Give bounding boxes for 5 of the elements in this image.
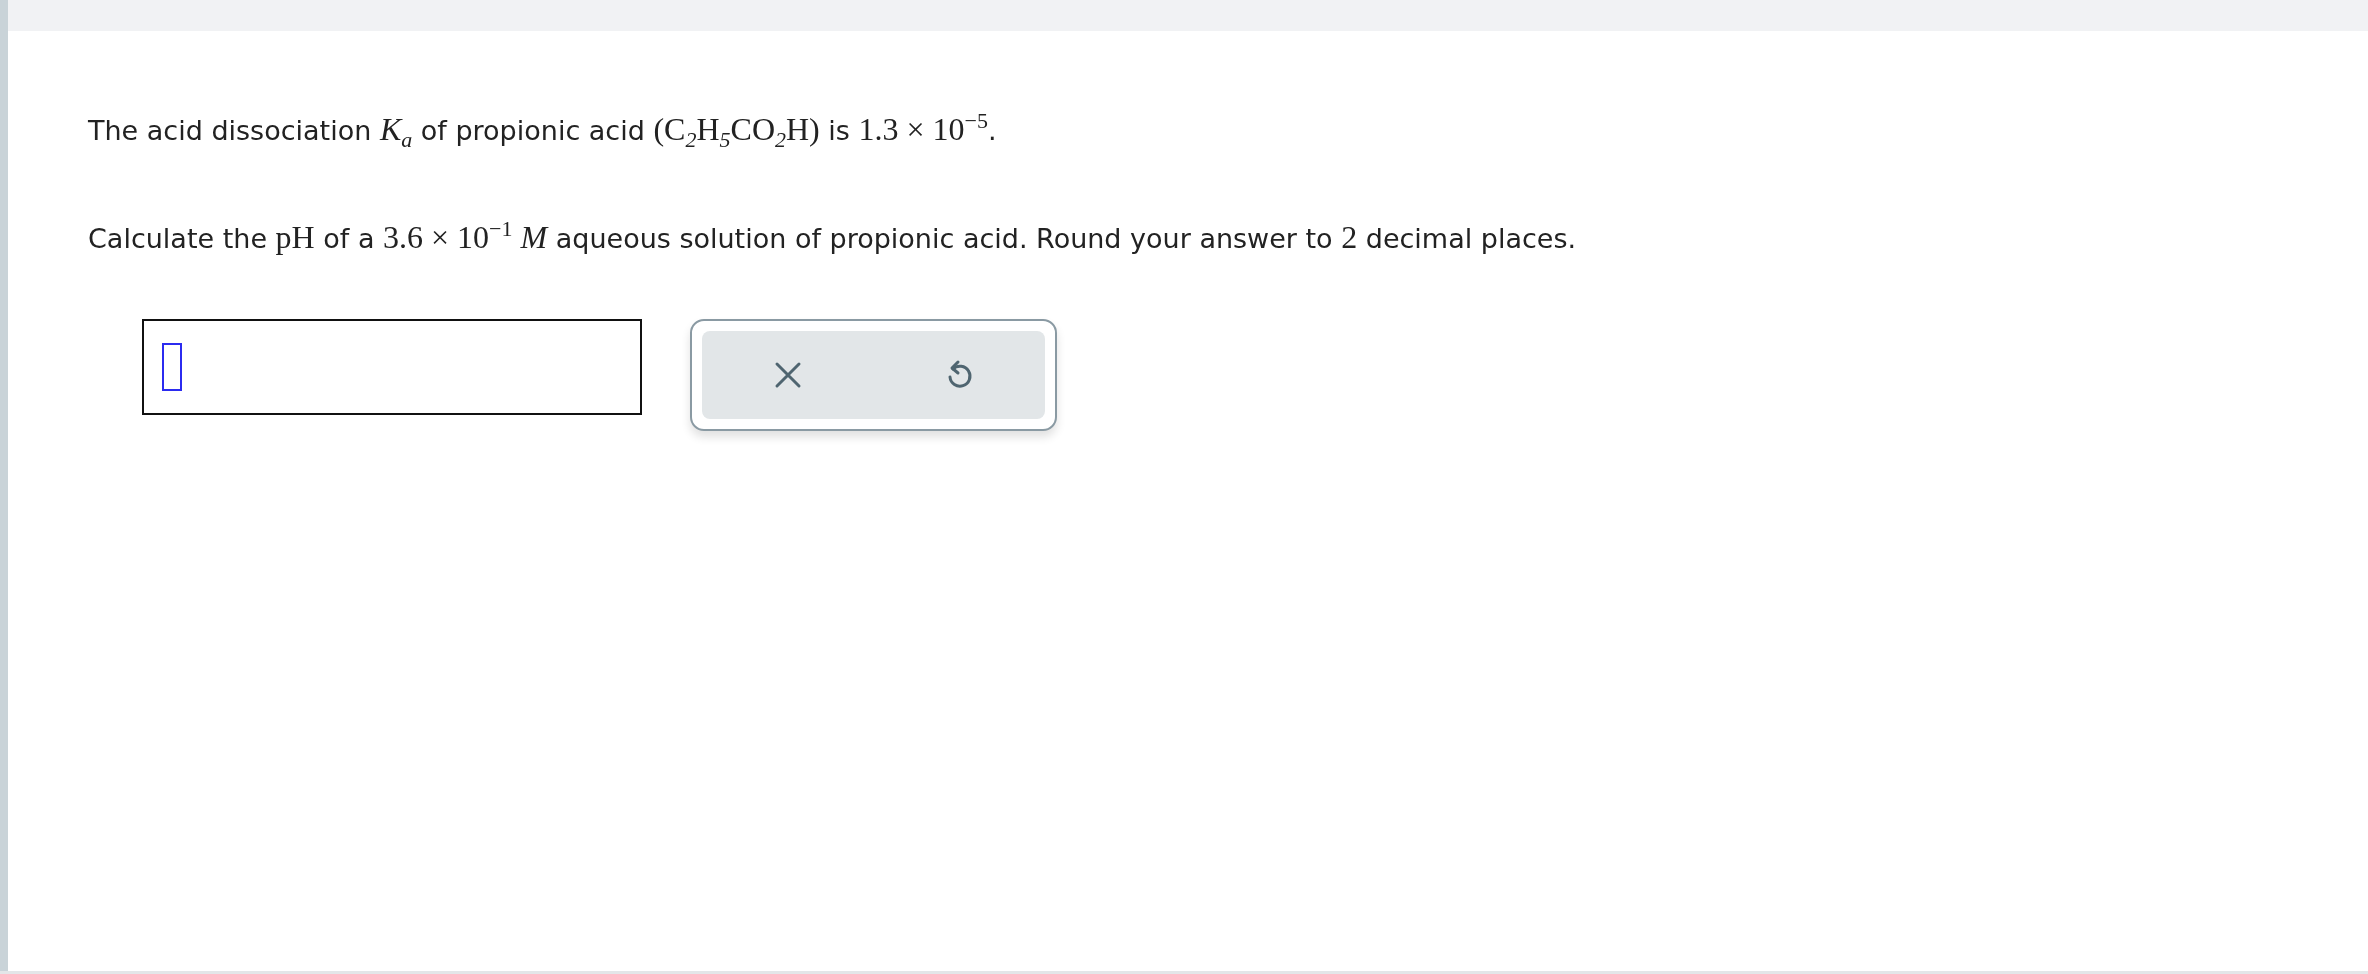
answer-field[interactable] (142, 319, 642, 415)
text-cursor (162, 343, 182, 391)
question-text: Calculate the pH of a 3.6 × 10$^{−1}$ M aqueous solution of propionic acid. Round your answer to 2 decimal places. (88, 215, 1578, 257)
clear-icon (773, 361, 802, 389)
question-text: The acid dissociation K$_{a}$ of propionic acid (C$_{2}$H$_{5}$CO$_{2}$H) is 1.3 × 10$^{−5}$. (88, 107, 998, 155)
